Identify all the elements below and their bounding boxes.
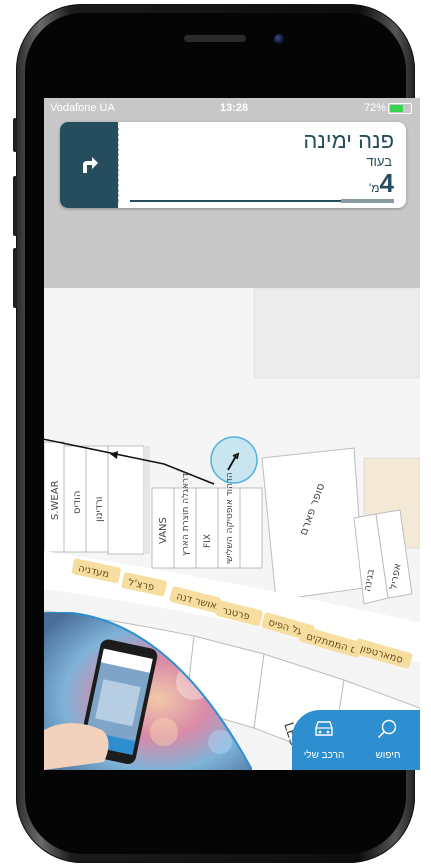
earpiece-speaker <box>184 35 246 42</box>
map-shop <box>195 487 219 569</box>
store-label: הדהוד אופטיקה השלישי <box>225 472 235 564</box>
route-progress-bar <box>130 199 394 203</box>
car-icon <box>315 721 333 736</box>
distance-readout: 4מ' <box>369 168 394 199</box>
search-button[interactable]: חיפוש <box>356 710 420 770</box>
map-shop <box>107 445 145 555</box>
turn-right-arrow-icon <box>83 157 98 173</box>
volume-up-button <box>13 176 17 236</box>
my-car-button[interactable]: הרכב שלי <box>292 710 356 770</box>
search-icon <box>378 719 397 738</box>
map-block <box>253 288 420 379</box>
store-label: ורדינון <box>94 496 105 522</box>
store-label: S.WEAR <box>50 480 61 520</box>
store-label: FIX <box>203 534 213 548</box>
my-car-label: הרכב שלי <box>303 750 345 761</box>
card-divider <box>118 128 119 202</box>
navigation-instruction-card: פנה ימינה בעוד 4מ' <box>60 122 406 208</box>
store-label: דראגלה תוצרת הארץ <box>181 473 191 556</box>
direction-panel <box>60 122 118 208</box>
route-progress-fill <box>341 199 394 203</box>
turn-instruction: פנה ימינה <box>303 128 394 153</box>
status-bar: Vodafone UA 13:28 72% <box>44 98 420 118</box>
store-label: VANS <box>158 517 169 544</box>
volume-down-button <box>13 248 17 308</box>
bokeh-light <box>150 718 178 746</box>
carrier-name: Vodafone UA <box>50 102 115 114</box>
search-label: חיפוש <box>375 750 401 761</box>
bottom-action-bar: הרכב שלי חיפוש <box>292 710 420 770</box>
store-label: הודיס <box>72 491 83 514</box>
map-shop <box>239 487 263 569</box>
distance-prefix: בעוד <box>366 154 392 169</box>
mute-switch <box>13 118 17 152</box>
app-screen: Vodafone UA 13:28 72% פנה ימינה בעוד 4מ' <box>44 98 420 770</box>
front-camera <box>274 34 284 44</box>
distance-unit: מ' <box>368 181 380 195</box>
status-time: 13:28 <box>220 102 249 114</box>
battery-icon <box>388 103 412 114</box>
distance-value: 4 <box>379 168 394 198</box>
map-hatch <box>144 446 150 554</box>
promo-image[interactable] <box>44 612 252 770</box>
battery-percentage: 72% <box>363 102 386 114</box>
bokeh-light <box>208 730 232 754</box>
